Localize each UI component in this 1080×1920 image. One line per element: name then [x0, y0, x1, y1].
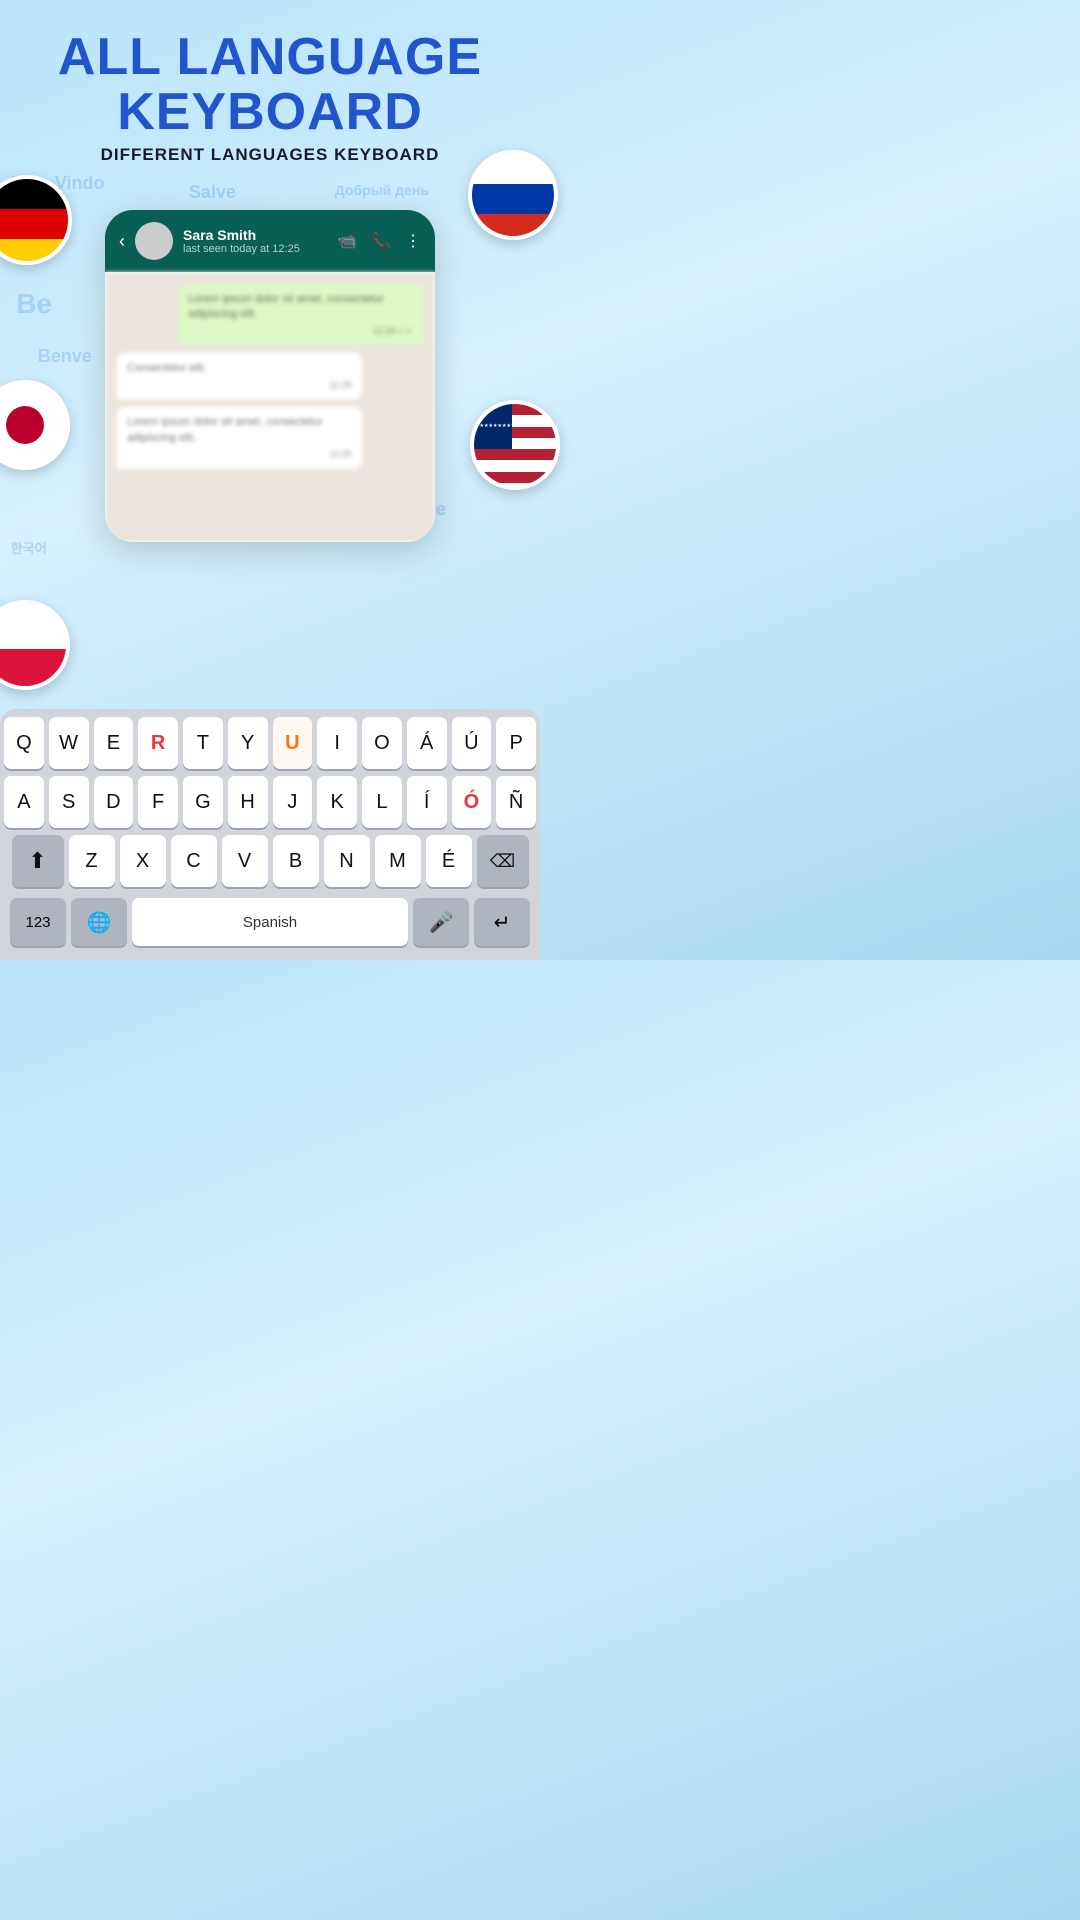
us-flag: ★★★★★★★★★★★★★★★★★★★★★★★★★★★★★★★★★★★★★★★★… — [470, 400, 560, 490]
key-s[interactable]: S — [49, 776, 89, 828]
key-c[interactable]: C — [171, 835, 217, 887]
key-w[interactable]: W — [49, 717, 89, 769]
numbers-key[interactable]: 123 — [10, 898, 66, 946]
chat-info: Sara Smith last seen today at 12:25 — [183, 227, 327, 255]
return-icon: ↵ — [494, 910, 511, 935]
contact-name: Sara Smith — [183, 227, 327, 243]
keyboard-row-1: Q W E R T Y U I O Á Ú P — [4, 717, 536, 769]
numbers-label: 123 — [25, 914, 50, 931]
language-label: Spanish — [243, 914, 297, 931]
bg-word: Be — [16, 288, 52, 320]
polish-flag — [0, 600, 70, 690]
flag-star: ★★★★★★★★★★★★★★★★★★★★★★★★★★★★★★★★★★★★★★★★… — [470, 424, 560, 429]
key-t[interactable]: T — [183, 717, 223, 769]
bg-word: 한국어 — [11, 538, 47, 557]
german-flag — [0, 175, 72, 265]
message-received-2: Lorem ipsum dolor sit amet, consectetur … — [117, 407, 362, 468]
key-m[interactable]: M — [375, 835, 421, 887]
backspace-key[interactable]: ⌫ — [477, 835, 529, 887]
japanese-flag — [0, 380, 70, 470]
bg-word: Salve — [189, 182, 236, 203]
title-line2: KEYBOARD — [117, 83, 423, 141]
key-p[interactable]: P — [496, 717, 536, 769]
message-time: 12:25 — [127, 379, 352, 392]
key-j[interactable]: J — [273, 776, 313, 828]
phone-mockup: ‹ Sara Smith last seen today at 12:25 📹 … — [105, 210, 435, 542]
avatar — [135, 222, 173, 260]
phone-icon: 📞 — [371, 231, 391, 251]
title-line1: ALL LANGUAGE — [58, 28, 482, 86]
app-subtitle: DIFFERENT LANGUAGES KEYBOARD — [20, 145, 520, 165]
key-a[interactable]: A — [4, 776, 44, 828]
key-l[interactable]: L — [362, 776, 402, 828]
key-v[interactable]: V — [222, 835, 268, 887]
message-time: 12:24 ✓✓ — [188, 325, 413, 338]
key-g[interactable]: G — [183, 776, 223, 828]
message-text: Lorem ipsum dolor sit amet, consectetur … — [127, 415, 352, 446]
key-q[interactable]: Q — [4, 717, 44, 769]
app-title: ALL LANGUAGE KEYBOARD — [20, 30, 520, 139]
key-h[interactable]: H — [228, 776, 268, 828]
contact-status: last seen today at 12:25 — [183, 243, 327, 255]
key-a-acute[interactable]: Á — [407, 717, 447, 769]
key-z[interactable]: Z — [69, 835, 115, 887]
key-u-acute[interactable]: Ú — [452, 717, 492, 769]
key-e-acute[interactable]: É — [426, 835, 472, 887]
keyboard-row-2: A S D F G H J K L Í Ó Ñ — [4, 776, 536, 828]
space-key[interactable]: Spanish — [132, 898, 408, 946]
chat-header: ‹ Sara Smith last seen today at 12:25 📹 … — [105, 210, 435, 272]
key-i-acute[interactable]: Í — [407, 776, 447, 828]
shift-key[interactable]: ⬆ — [12, 835, 64, 887]
bg-word: Benve — [38, 346, 92, 367]
message-sent-1: Lorem ipsum dolor sit amet, consectetur … — [178, 284, 423, 345]
key-ntilde[interactable]: Ñ — [496, 776, 536, 828]
key-u[interactable]: U — [273, 717, 313, 769]
chat-body: Lorem ipsum dolor sit amet, consectetur … — [105, 272, 435, 542]
keyboard: Q W E R T Y U I O Á Ú P A S D F G H J K … — [0, 709, 540, 960]
back-icon: ‹ — [119, 231, 125, 252]
message-text: Lorem ipsum dolor sit amet, consectetur … — [188, 292, 413, 323]
chat-action-icons: 📹 📞 ⋮ — [337, 231, 421, 251]
globe-key[interactable]: 🌐 — [71, 898, 127, 946]
message-received-1: Consectetur elit. 12:25 — [117, 353, 362, 399]
globe-icon: 🌐 — [87, 910, 112, 935]
key-b[interactable]: B — [273, 835, 319, 887]
bg-word: Добрый день — [335, 182, 429, 198]
key-x[interactable]: X — [120, 835, 166, 887]
key-o-acute[interactable]: Ó — [452, 776, 492, 828]
return-key[interactable]: ↵ — [474, 898, 530, 946]
key-r[interactable]: R — [138, 717, 178, 769]
russian-flag — [468, 150, 558, 240]
key-i[interactable]: I — [317, 717, 357, 769]
video-call-icon: 📹 — [337, 231, 357, 251]
menu-icon: ⋮ — [405, 231, 421, 251]
microphone-icon: 🎤 — [429, 910, 454, 935]
message-time: 12:25 — [127, 448, 352, 461]
key-d[interactable]: D — [94, 776, 134, 828]
header: ALL LANGUAGE KEYBOARD DIFFERENT LANGUAGE… — [0, 0, 540, 175]
key-f[interactable]: F — [138, 776, 178, 828]
key-e[interactable]: E — [94, 717, 134, 769]
key-k[interactable]: K — [317, 776, 357, 828]
message-text: Consectetur elit. — [127, 361, 352, 376]
keyboard-bottom-row: 123 🌐 Spanish 🎤 ↵ — [4, 894, 536, 956]
microphone-key[interactable]: 🎤 — [413, 898, 469, 946]
key-n[interactable]: N — [324, 835, 370, 887]
key-y[interactable]: Y — [228, 717, 268, 769]
key-o[interactable]: O — [362, 717, 402, 769]
keyboard-row-3: ⬆ Z X C V B N M É ⌫ — [4, 835, 536, 887]
